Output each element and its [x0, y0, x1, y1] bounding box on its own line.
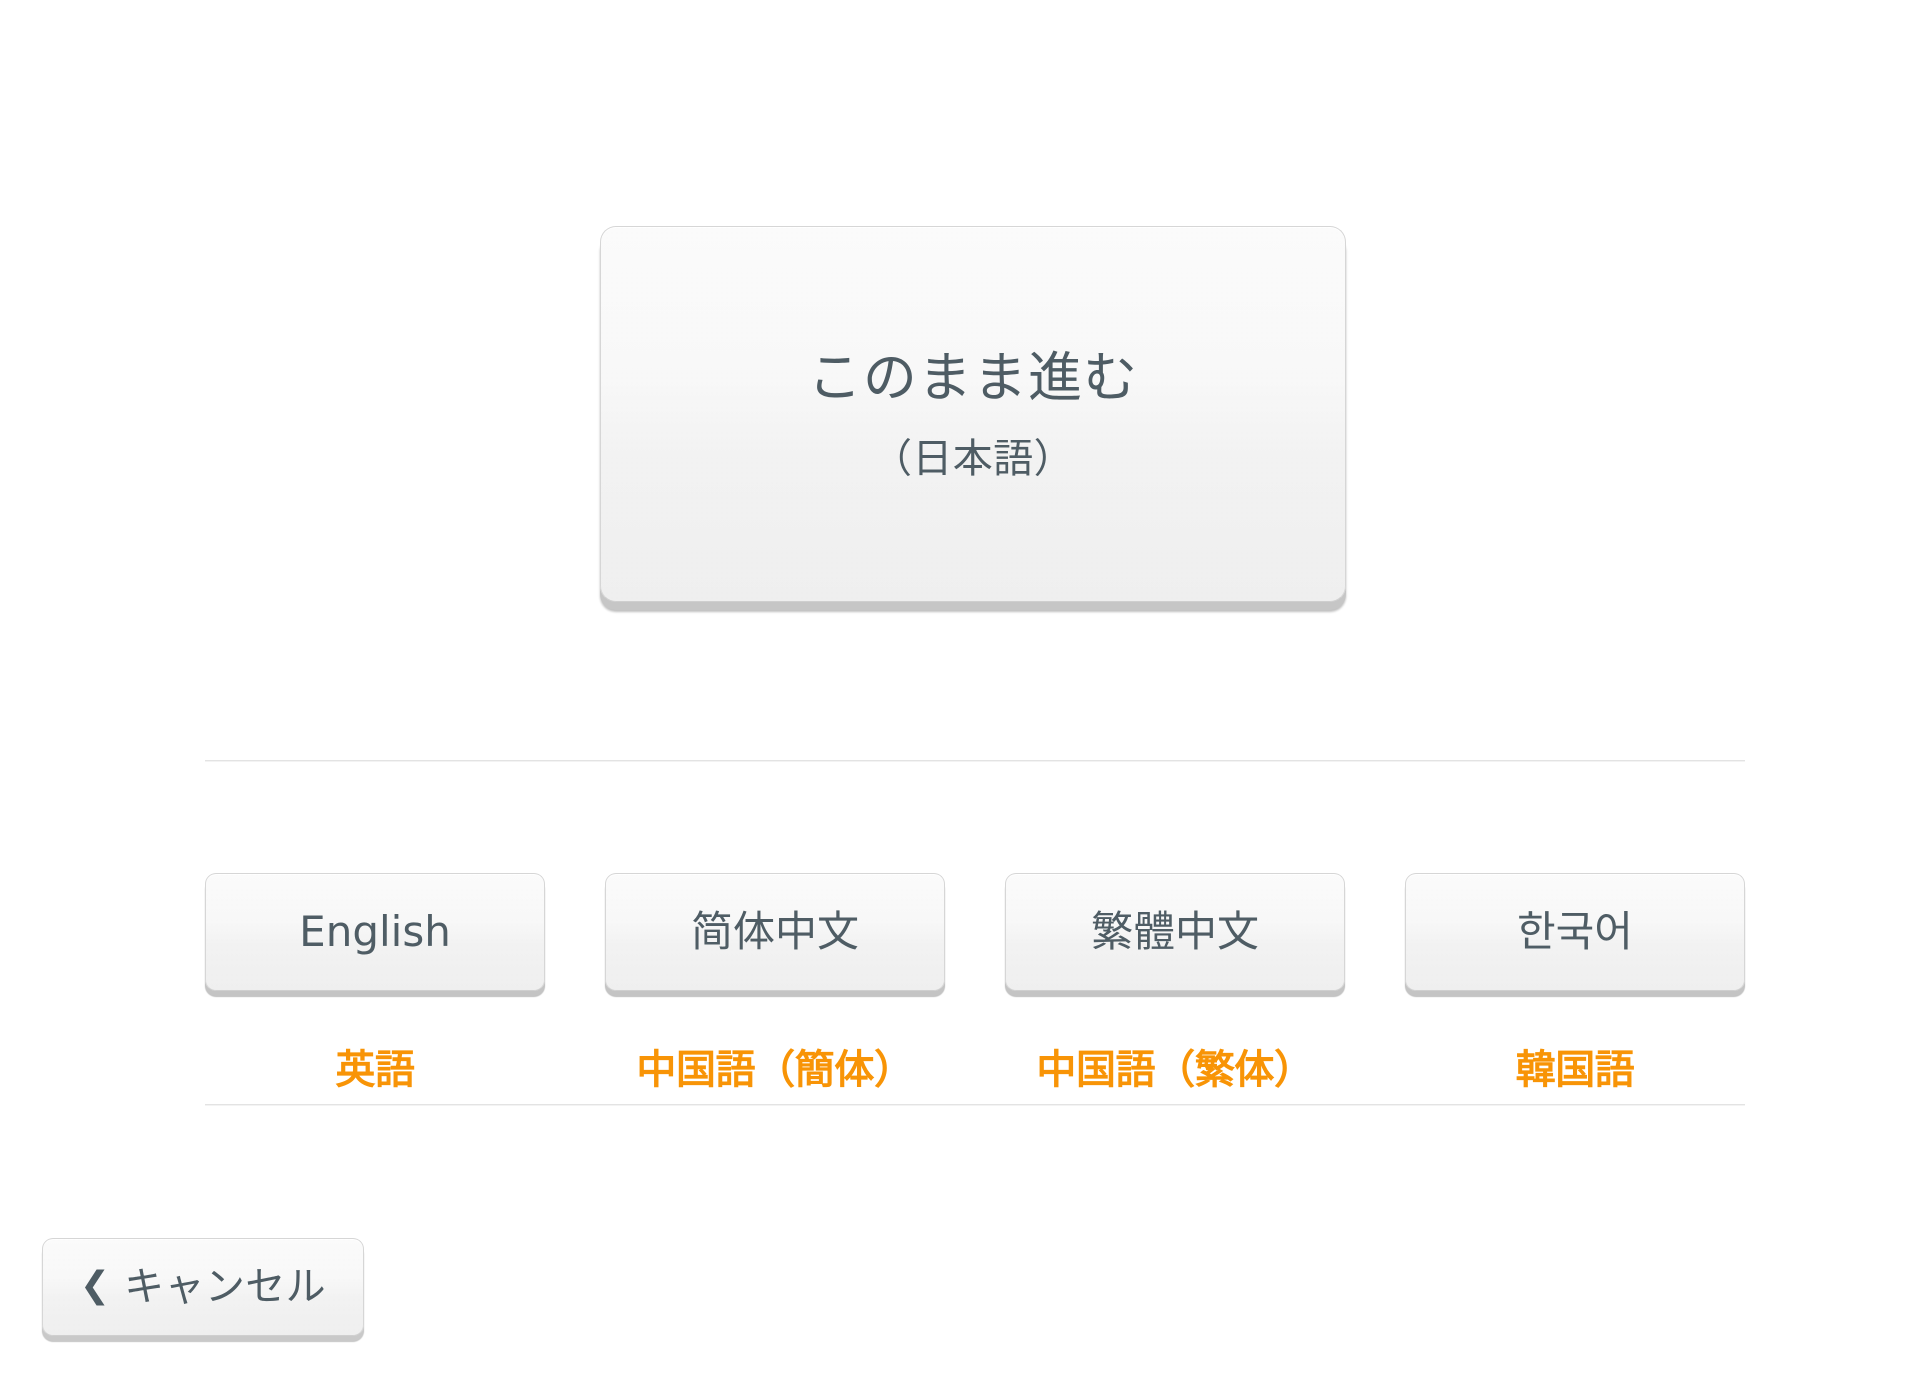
language-button-traditional-chinese[interactable]: 繁體中文	[1005, 873, 1345, 991]
language-options-row: English 英語 简体中文 中国語（簡体） 繁體中文 中国語（繁体） 한국어…	[205, 873, 1745, 1095]
language-native-label-korean: 韓国語	[1515, 1047, 1635, 1093]
language-native-label-simplified-chinese: 中国語（簡体）	[636, 1047, 914, 1093]
language-native-label-traditional-chinese: 中国語（繁体）	[1036, 1047, 1314, 1093]
language-option-traditional-chinese: 繁體中文 中国語（繁体）	[1005, 873, 1345, 1095]
divider-above-languages	[205, 760, 1745, 762]
language-option-english: English 英語	[205, 873, 545, 1095]
continue-button-sub-label: （日本語）	[872, 435, 1074, 482]
language-button-korean[interactable]: 한국어	[1405, 873, 1745, 991]
language-button-english[interactable]: English	[205, 873, 545, 991]
language-button-simplified-chinese-label: 简体中文	[690, 906, 859, 956]
divider-below-languages	[205, 1104, 1745, 1106]
chevron-left-icon: ❮	[79, 1265, 111, 1306]
cancel-button[interactable]: ❮ キャンセル	[42, 1238, 364, 1336]
cancel-button-label: キャンセル	[124, 1264, 327, 1310]
language-button-korean-label: 한국어	[1517, 906, 1633, 956]
language-button-traditional-chinese-label: 繁體中文	[1090, 906, 1259, 956]
language-button-simplified-chinese[interactable]: 简体中文	[605, 873, 945, 991]
continue-in-japanese-button[interactable]: このまま進む （日本語）	[600, 226, 1346, 602]
continue-button-main-label: このまま進む	[807, 346, 1139, 410]
language-option-simplified-chinese: 简体中文 中国語（簡体）	[605, 873, 945, 1095]
language-native-label-english: 英語	[335, 1047, 415, 1093]
language-button-english-label: English	[299, 906, 451, 956]
language-option-korean: 한국어 韓国語	[1405, 873, 1745, 1095]
